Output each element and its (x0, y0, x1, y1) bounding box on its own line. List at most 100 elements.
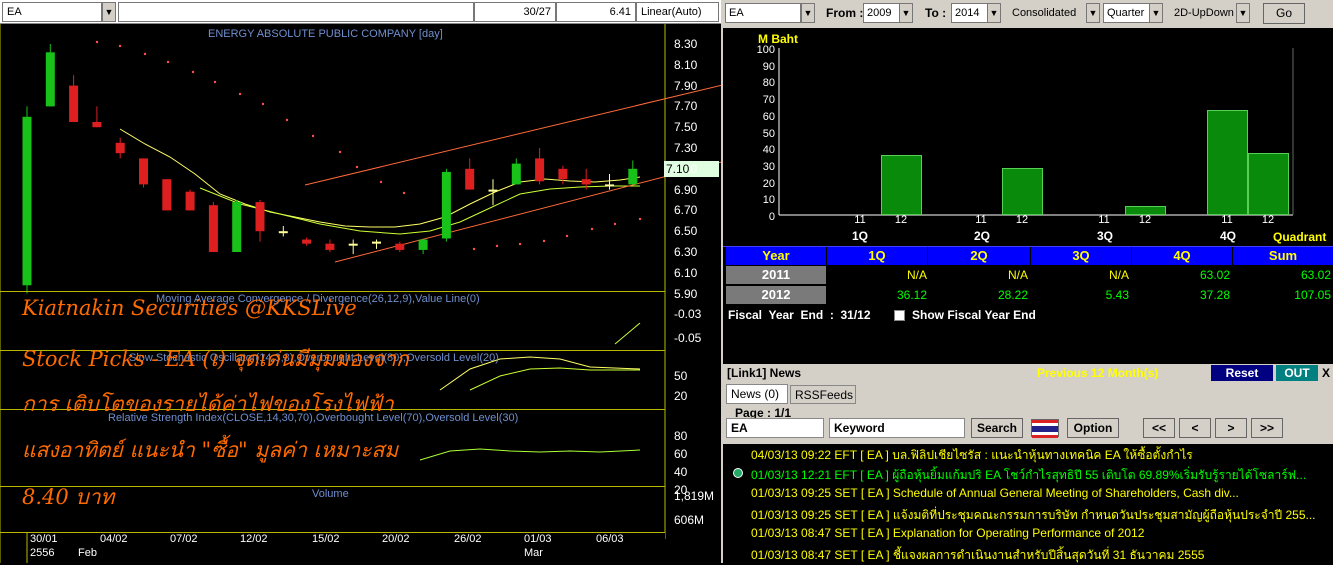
fundamentals-panel: EA ▼ From : 2009 ▼ To : 2014 ▼ Consolida… (723, 0, 1333, 563)
price-tick: 7.50 (674, 120, 698, 135)
news-item[interactable]: 01/03/13 08:47 SET [ EA ] ชี้แจงผลการดำเ… (751, 546, 1204, 565)
date-label: 20/02 (382, 533, 410, 545)
table-row-year: 2011 (726, 266, 826, 284)
overlay-text-line: 8.40 บาท (22, 485, 115, 509)
chart-symbol-field[interactable]: EA (2, 2, 102, 22)
language-flag-icon[interactable] (1031, 419, 1059, 438)
fund-category-label: 12 (1015, 214, 1029, 226)
stochastic-tick: 50 (674, 369, 688, 383)
table-header-q4: 4Q (1132, 247, 1232, 265)
fundamentals-toolbar: EA ▼ From : 2009 ▼ To : 2014 ▼ Consolida… (723, 0, 1333, 28)
next-page-button[interactable]: > (1215, 418, 1247, 438)
table-cell: 37.28 (1199, 288, 1230, 302)
news-tab[interactable]: News (0) (726, 384, 788, 404)
price-tick: 6.70 (674, 203, 698, 218)
fund-category-label: 12 (1138, 214, 1152, 226)
price-tick: 6.90 (674, 182, 698, 197)
fund-category-label: 11 (975, 214, 987, 226)
price-tick: 6.10 (674, 265, 698, 280)
fund-bar (1207, 109, 1248, 215)
current-price-label: 7.10 (666, 162, 690, 176)
price-tick: 8.10 (674, 57, 698, 72)
chevron-down-icon[interactable]: ▼ (801, 3, 815, 23)
rsi-tick: 80 (674, 429, 688, 443)
table-cell: 63.02 (1300, 268, 1331, 282)
macd-tick: -0.05 (674, 331, 702, 345)
chart-bar-count: 30/27 (474, 2, 556, 22)
price-tick: 7.70 (674, 99, 698, 114)
option-button[interactable]: Option (1067, 418, 1119, 438)
chevron-down-icon[interactable]: ▼ (1236, 3, 1250, 23)
date-label: 04/02 (100, 533, 128, 545)
volume-title: Volume (312, 488, 349, 500)
price-tick: 5.90 (674, 286, 698, 301)
news-controls: News (0) RSSFeeds Page : 1/1 EA Keyword … (723, 382, 1333, 444)
rsi-tick: 40 (674, 465, 688, 479)
price-tick: 6.50 (674, 224, 698, 239)
rss-tab[interactable]: RSSFeeds (790, 385, 856, 404)
overlay-text-line: Kiatnakin Securities @KKSLive (22, 296, 357, 320)
news-item[interactable]: 01/03/13 09:25 SET [ EA ] แจ้งมติที่ประช… (751, 506, 1316, 525)
chevron-down-icon[interactable]: ▼ (1086, 3, 1100, 23)
first-page-button[interactable]: << (1143, 418, 1175, 438)
table-header-sum: Sum (1233, 247, 1333, 265)
table-cell: 63.02 (1199, 268, 1230, 282)
fund-category-label: 12 (1261, 214, 1275, 226)
last-page-button[interactable]: >> (1251, 418, 1283, 438)
fund-category-label: 11 (854, 214, 866, 226)
overlay-text-line: Stock Picks - EA (เ) จุดเด่นมีมุมมองจาก (22, 347, 409, 371)
date-label: 01/03 (524, 533, 552, 545)
prev-page-button[interactable]: < (1179, 418, 1211, 438)
search-button[interactable]: Search (971, 418, 1023, 438)
date-axis: 30/01 04/02 07/02 12/02 15/02 20/02 26/0… (28, 533, 665, 563)
close-icon[interactable]: X (1320, 365, 1332, 381)
news-symbol-input[interactable]: EA (726, 418, 824, 438)
table-header-q2: 2Q (928, 247, 1030, 265)
keyword-input[interactable]: Keyword (829, 418, 965, 438)
news-panel-title: [Link1] News (727, 366, 802, 380)
volume-tick: 1,819M (674, 489, 715, 503)
news-item[interactable]: 01/03/13 09:25 SET [ EA ] Schedule of An… (751, 486, 1239, 500)
to-label: To : (925, 6, 947, 20)
chevron-down-icon[interactable]: ▼ (899, 3, 913, 23)
price-chart-title: ENERGY ABSOLUTE PUBLIC COMPANY [day] (208, 28, 443, 40)
go-button[interactable]: Go (1263, 3, 1305, 24)
news-item[interactable]: 01/03/13 12:21 EFT [ EA ] ผู้ถือหุ้นยิ้ม… (751, 466, 1306, 485)
date-label: 07/02 (170, 533, 198, 545)
scale-mode-label[interactable]: Linear(Auto) (636, 2, 719, 22)
news-item[interactable]: 04/03/13 09:22 EFT [ EA ] บล.ฟิลิปเชียไซ… (751, 446, 1193, 465)
fund-symbol-field[interactable]: EA (725, 3, 801, 23)
news-item[interactable]: 01/03/13 08:47 SET [ EA ] Explanation fo… (751, 526, 1144, 540)
chevron-down-icon[interactable]: ▼ (1149, 3, 1163, 23)
stochastic-tick: 20 (674, 389, 688, 403)
reset-button[interactable]: Reset (1211, 365, 1273, 381)
out-button[interactable]: OUT (1276, 365, 1318, 381)
macd-tick: -0.03 (674, 307, 702, 321)
overlay-text-line: การ เติบโตของรายได้ค่าไฟของโรงไฟฟ้า (22, 392, 394, 416)
show-fiscal-checkbox[interactable] (894, 310, 905, 321)
quadrant-label: Quadrant (1273, 230, 1327, 244)
overlay-text-line: แสงอาทิตย์ แนะนำ "ซื้อ" มูลค่า เหมาะสม (22, 438, 399, 462)
volume-tick: 606M (674, 513, 705, 527)
table-row-year: 2012 (726, 286, 826, 304)
fund-bar (1248, 152, 1289, 215)
fiscal-year-end: Fiscal Year End : 31/12 (728, 308, 871, 322)
quarter-group-label: 3Q (1096, 229, 1113, 243)
table-cell: N/A (1108, 268, 1129, 282)
table-header-q3: 3Q (1031, 247, 1131, 265)
chart-last-price: 6.41 (556, 2, 636, 22)
news-list: 04/03/13 09:22 EFT [ EA ] บล.ฟิลิปเชียไซ… (723, 444, 1333, 563)
quarter-group-label: 2Q (973, 229, 990, 243)
fund-category-label: 11 (1098, 214, 1110, 226)
chevron-down-icon[interactable]: ▼ (102, 2, 116, 22)
price-tick: 8.30 (674, 37, 698, 51)
price-chart-panel: EA ▼ 30/27 6.41 Linear(Auto) ENERGY ABSO… (0, 0, 721, 563)
quarter-group-label: 1Q (851, 229, 868, 243)
rsi-tick: 60 (674, 447, 688, 461)
chevron-down-icon[interactable]: ▼ (987, 3, 1001, 23)
quarter-group-label: 4Q (1219, 229, 1236, 243)
divider (0, 291, 665, 292)
table-cell: N/A (906, 268, 927, 282)
table-header-year: Year (726, 247, 826, 265)
date-label: 15/02 (312, 533, 340, 545)
